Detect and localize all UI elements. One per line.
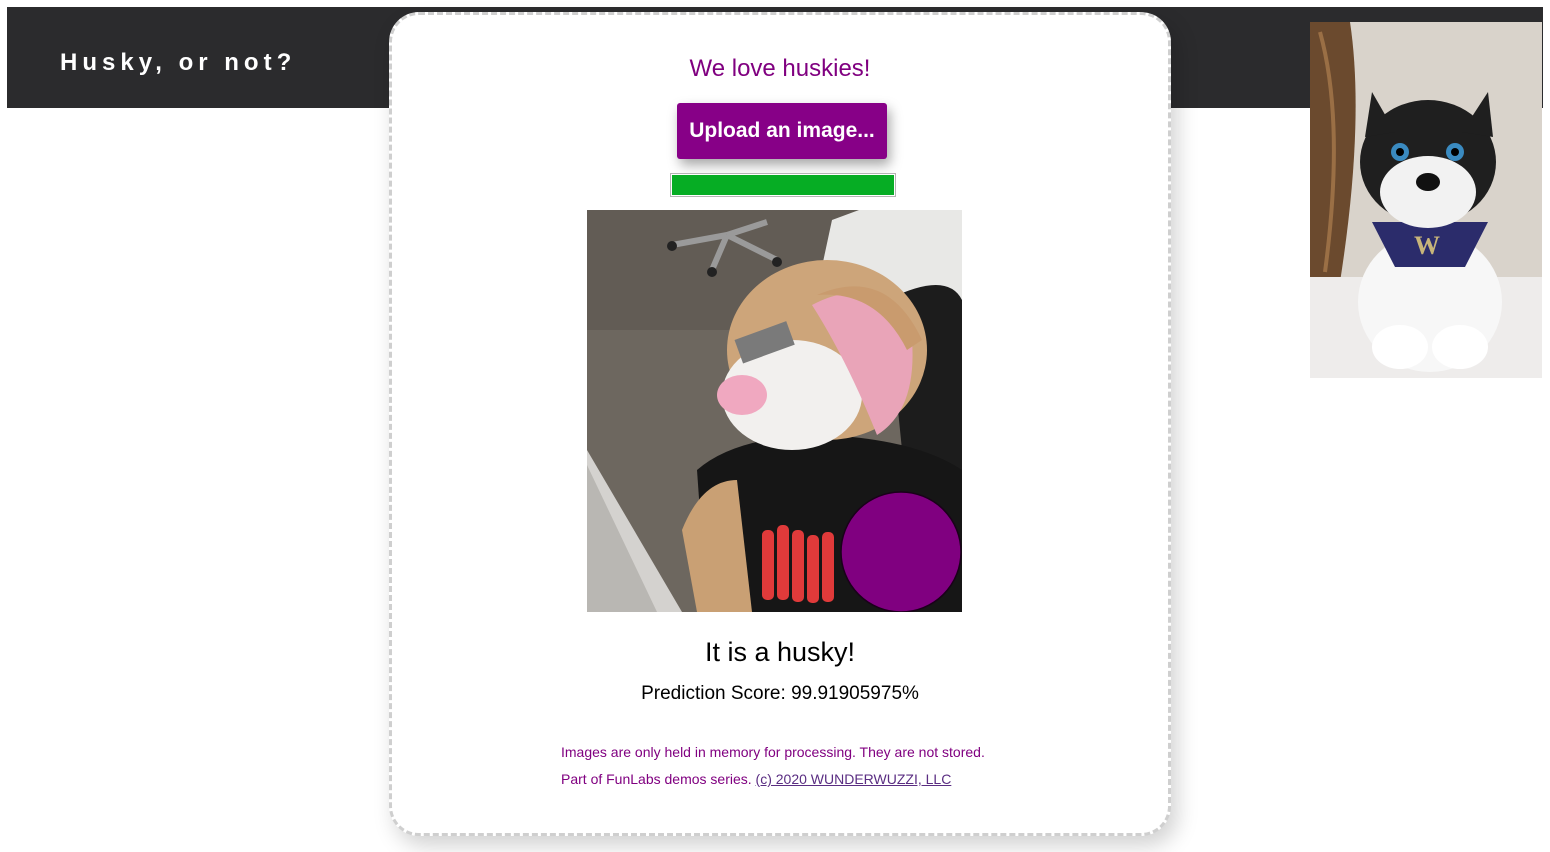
upload-image-button[interactable]: Upload an image... [677, 103, 887, 159]
prediction-score-label: Prediction Score: [641, 683, 786, 704]
progress-fill [671, 174, 895, 196]
prediction-score: Prediction Score: 99.91905975% [392, 683, 1168, 705]
privacy-notice: Images are only held in memory for proce… [561, 744, 985, 760]
tagline: We love huskies! [689, 55, 871, 82]
credits-link[interactable]: (c) 2020 WUNDERWUZZI, LLC [756, 771, 952, 787]
uploaded-photo-graphic [587, 210, 962, 612]
credits-line: Part of FunLabs demos series. (c) 2020 W… [561, 771, 951, 787]
svg-text:W: W [1414, 231, 1440, 260]
upload-progress-bar [670, 173, 896, 197]
uploaded-photo [587, 210, 962, 612]
site-title: Husky, or not? [60, 49, 297, 76]
main-card: We love huskies! Upload an image... It i… [389, 12, 1171, 836]
prediction-score-value: 99.91905975% [791, 683, 919, 704]
husky-mascot-graphic: W [1310, 22, 1542, 378]
prediction-result: It is a husky! [704, 637, 856, 667]
credits-prefix: Part of FunLabs demos series. [561, 771, 752, 787]
husky-mascot-photo: W [1310, 22, 1542, 378]
